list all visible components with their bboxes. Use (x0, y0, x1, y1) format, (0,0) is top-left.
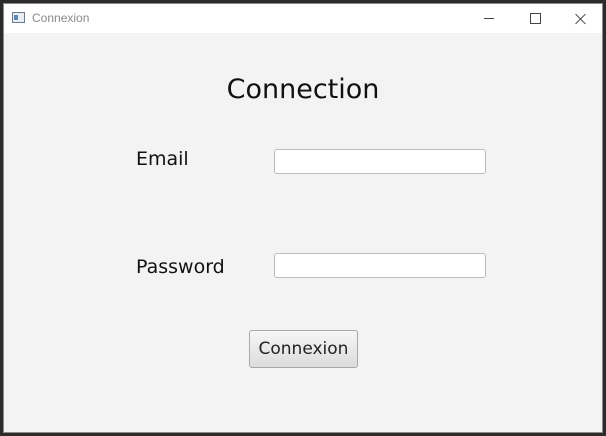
close-icon (575, 13, 587, 25)
minimize-icon (484, 18, 494, 19)
window-title: Connexion (32, 11, 90, 25)
connexion-button[interactable]: Connexion (249, 330, 358, 368)
password-field[interactable] (274, 253, 486, 278)
minimize-button[interactable] (466, 4, 512, 33)
title-bar[interactable]: Connexion (4, 4, 602, 33)
app-window-icon (12, 12, 25, 23)
email-label: Email (136, 148, 189, 170)
close-button[interactable] (558, 4, 604, 33)
maximize-button[interactable] (512, 4, 558, 33)
password-label: Password (136, 256, 225, 278)
page-title: Connection (226, 74, 380, 105)
email-field[interactable] (274, 149, 486, 174)
login-window: Connexion Connection Email Password Conn… (3, 3, 603, 433)
maximize-icon (529, 13, 541, 24)
